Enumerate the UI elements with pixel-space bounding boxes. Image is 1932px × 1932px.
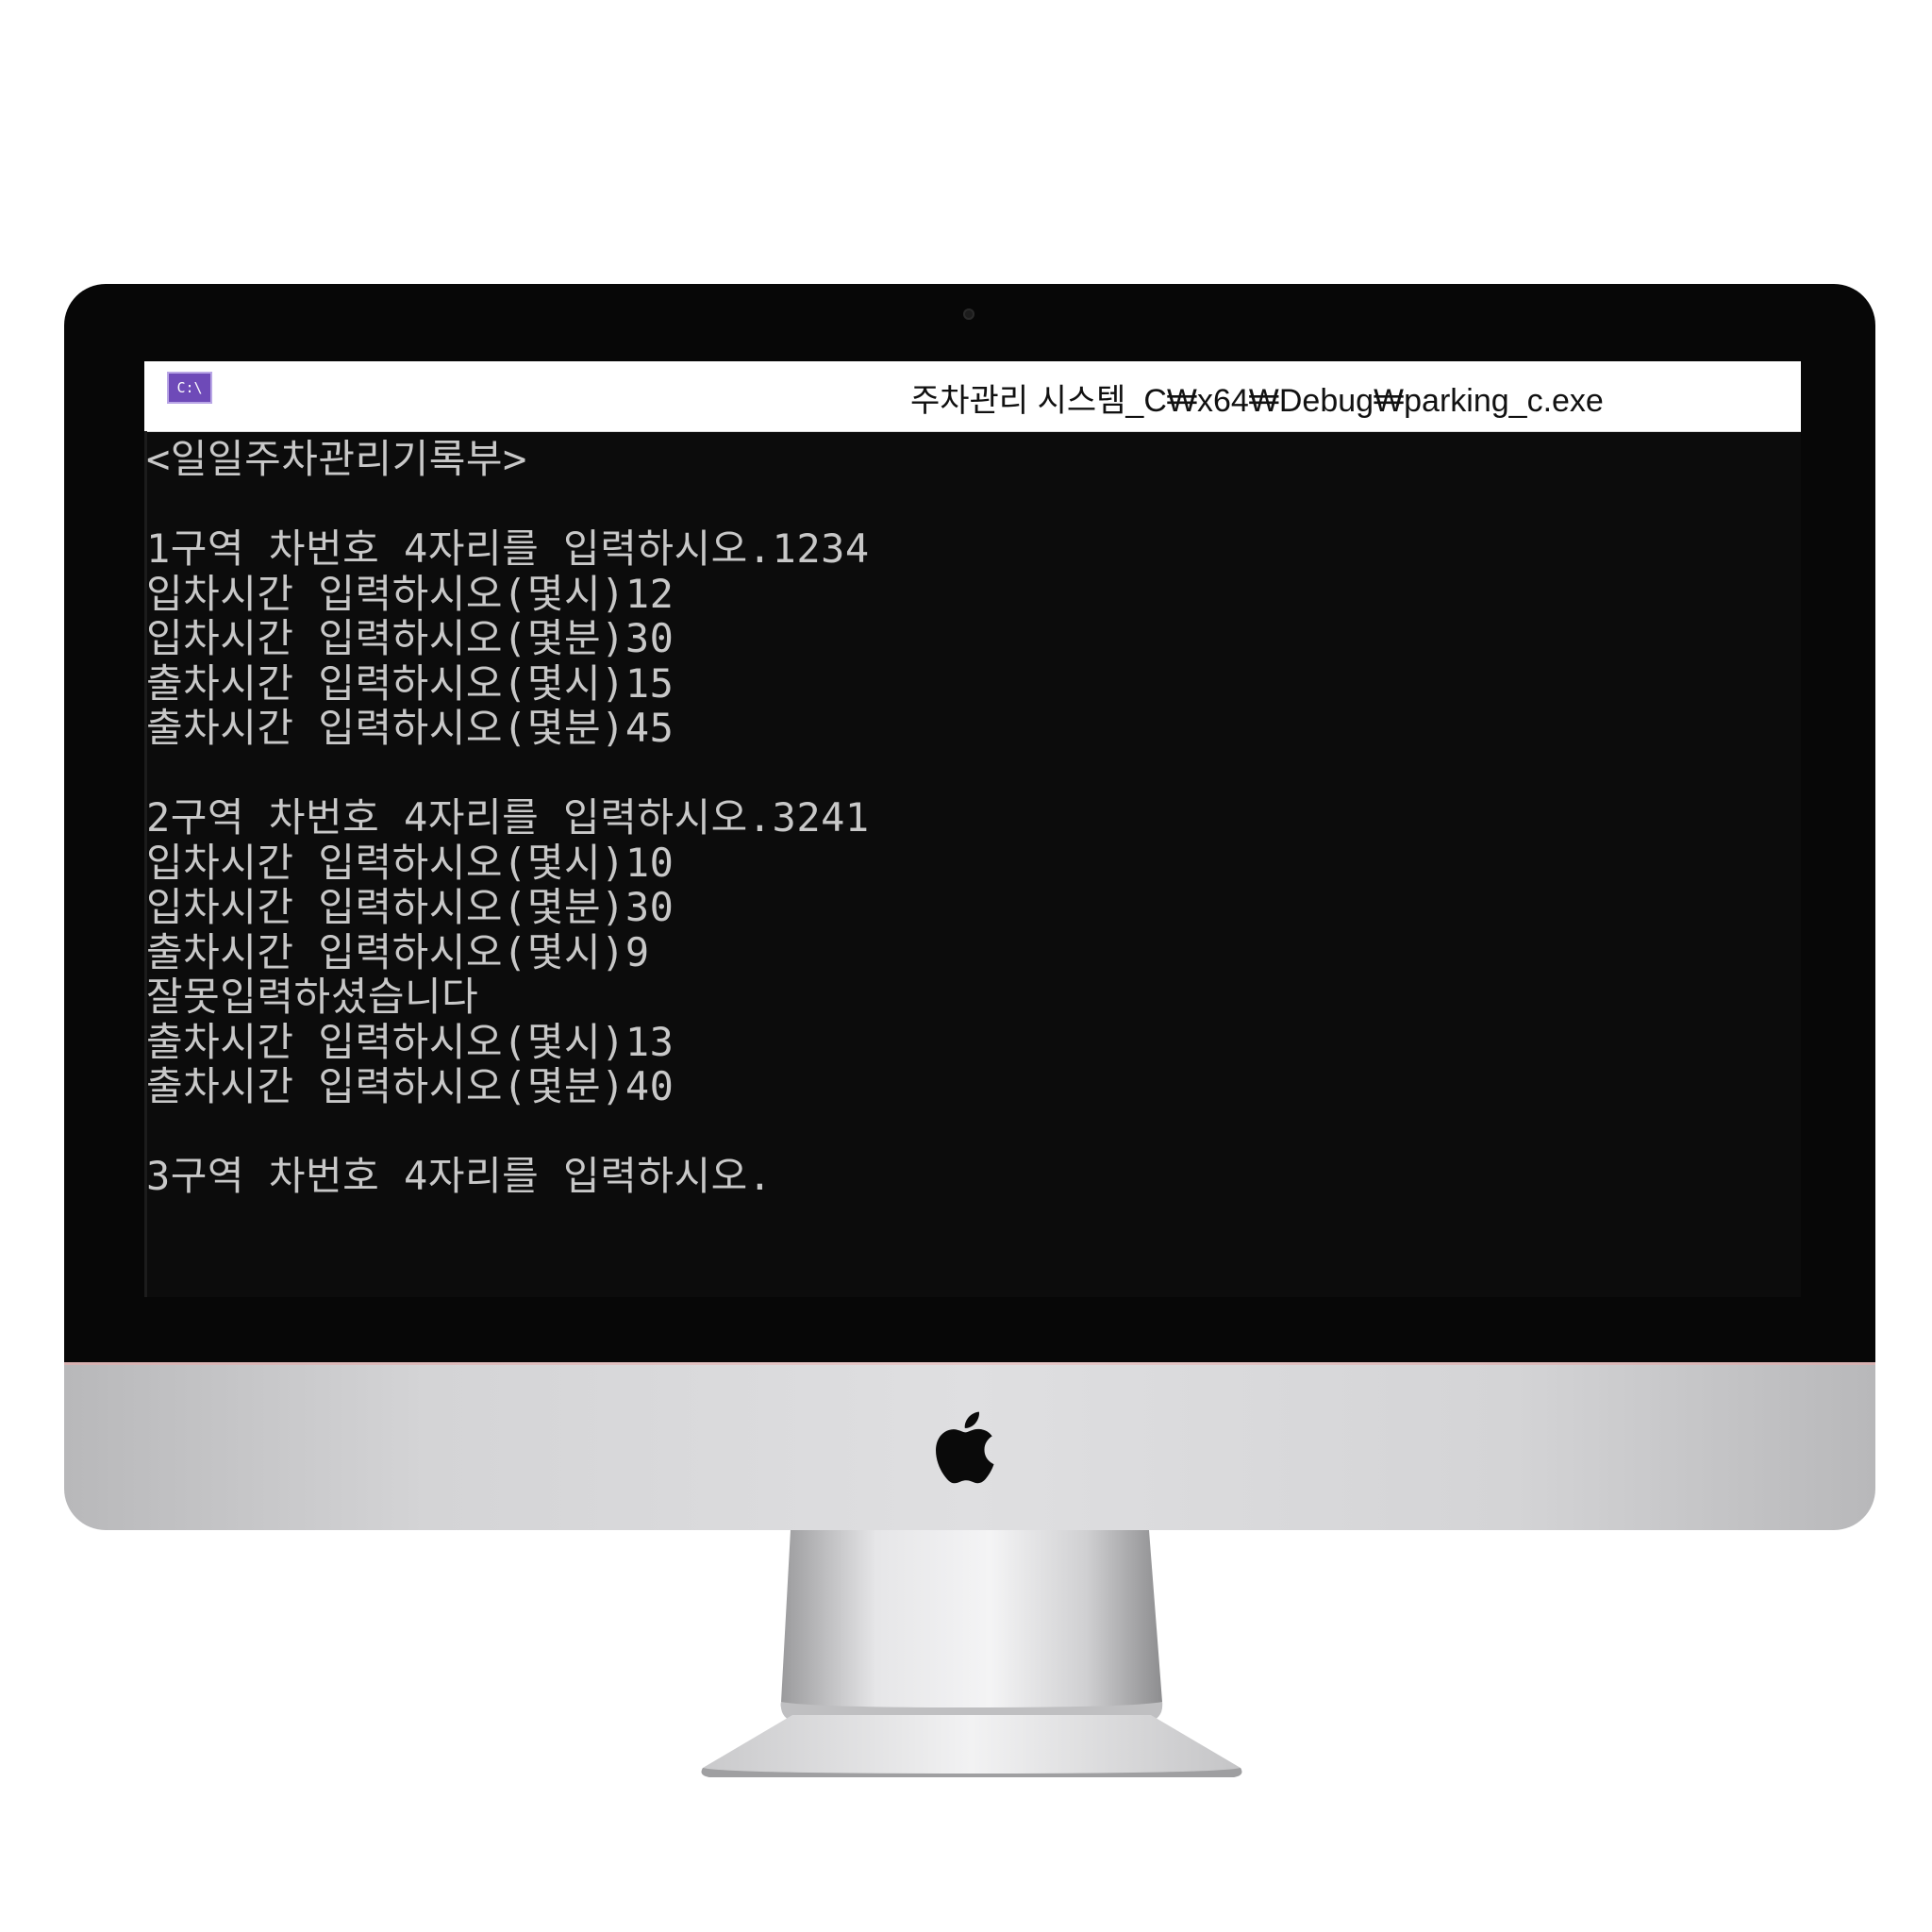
imac-foot: [701, 1715, 1242, 1777]
console-line: 출차시간 입력하시오(몇분)40: [146, 1063, 675, 1109]
apple-logo-icon: [936, 1411, 994, 1484]
console-line: 출차시간 입력하시오(몇시)9: [146, 928, 650, 975]
console-output[interactable]: <일일주차관리기록부> 1구역 차번호 4자리를 입력하시오.1234 입차시간…: [146, 437, 1788, 1199]
console-line: 1구역 차번호 4자리를 입력하시오.1234: [146, 525, 870, 572]
console-window[interactable]: C:\ 주차관리 시스템_C₩x64₩Debug₩parking_c.exe <…: [144, 361, 1801, 1297]
console-error-line: 잘못입력하셨습니다: [146, 974, 479, 1020]
console-line: 출차시간 입력하시오(몇분)45: [146, 705, 675, 751]
imac-mockup: C:\ 주차관리 시스템_C₩x64₩Debug₩parking_c.exe <…: [0, 0, 1932, 1932]
console-line: <일일주차관리기록부>: [146, 436, 527, 482]
console-line: 입차시간 입력하시오(몇분)30: [146, 884, 675, 930]
console-app-icon[interactable]: C:\: [167, 372, 212, 404]
console-line: 출차시간 입력하시오(몇시)15: [146, 659, 675, 707]
console-line: 입차시간 입력하시오(몇분)30: [146, 615, 675, 661]
console-line: 입차시간 입력하시오(몇시)12: [146, 570, 675, 617]
console-line: 입차시간 입력하시오(몇시)10: [146, 839, 675, 886]
window-titlebar[interactable]: C:\ 주차관리 시스템_C₩x64₩Debug₩parking_c.exe: [144, 361, 1801, 432]
window-title: 주차관리 시스템_C₩x64₩Debug₩parking_c.exe: [910, 383, 1604, 419]
console-prompt-line[interactable]: 3구역 차번호 4자리를 입력하시오.: [146, 1154, 1788, 1199]
console-line: 출차시간 입력하시오(몇시)13: [146, 1018, 675, 1065]
camera-icon: [963, 308, 974, 320]
console-line: 2구역 차번호 4자리를 입력하시오.3241: [146, 794, 870, 841]
